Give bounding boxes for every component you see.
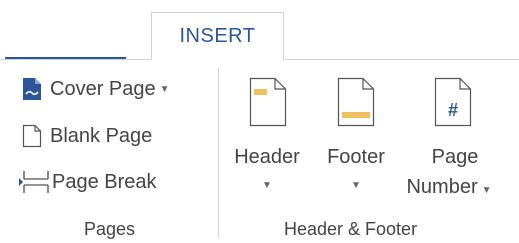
footer-icon — [337, 77, 375, 133]
header-button[interactable]: Header ▼ — [227, 72, 307, 202]
page-number-button[interactable]: # Page Number ▼ — [400, 72, 510, 207]
cover-page-label: Cover Page — [50, 77, 156, 100]
ribbon-panel: Cover Page ▼ Blank Page Page Break Pages — [0, 60, 519, 243]
cover-page-icon — [22, 75, 50, 103]
page-break-button[interactable]: Page Break — [18, 168, 157, 196]
ribbon-tabstrip: INSERT — [0, 0, 519, 62]
blank-page-label: Blank Page — [50, 124, 153, 147]
group-separator — [218, 68, 219, 238]
footer-label: Footer — [327, 146, 385, 168]
blank-page-icon — [22, 122, 50, 150]
page-break-label: Page Break — [52, 170, 157, 193]
dropdown-arrow-icon[interactable]: ▼ — [160, 84, 170, 95]
page-number-label-line1: Page — [431, 146, 479, 168]
page-number-glyph: # — [447, 100, 458, 120]
blank-page-button[interactable]: Blank Page — [22, 122, 152, 150]
dropdown-arrow-icon[interactable]: ▼ — [227, 180, 307, 191]
dropdown-arrow-icon[interactable]: ▼ — [482, 185, 492, 196]
tab-insert-label: INSERT — [179, 25, 256, 47]
pages-group-label: Pages — [84, 219, 136, 239]
header-label: Header — [234, 146, 300, 168]
header-footer-group-label: Header & Footer — [284, 219, 418, 239]
page-number-label-line2: Number ▼ — [406, 176, 492, 198]
header-icon — [249, 77, 287, 133]
cover-page-button[interactable]: Cover Page ▼ — [22, 75, 170, 103]
footer-button[interactable]: Footer ▼ — [316, 72, 396, 202]
tab-insert[interactable]: INSERT — [151, 12, 284, 60]
dropdown-arrow-icon[interactable]: ▼ — [316, 180, 396, 191]
